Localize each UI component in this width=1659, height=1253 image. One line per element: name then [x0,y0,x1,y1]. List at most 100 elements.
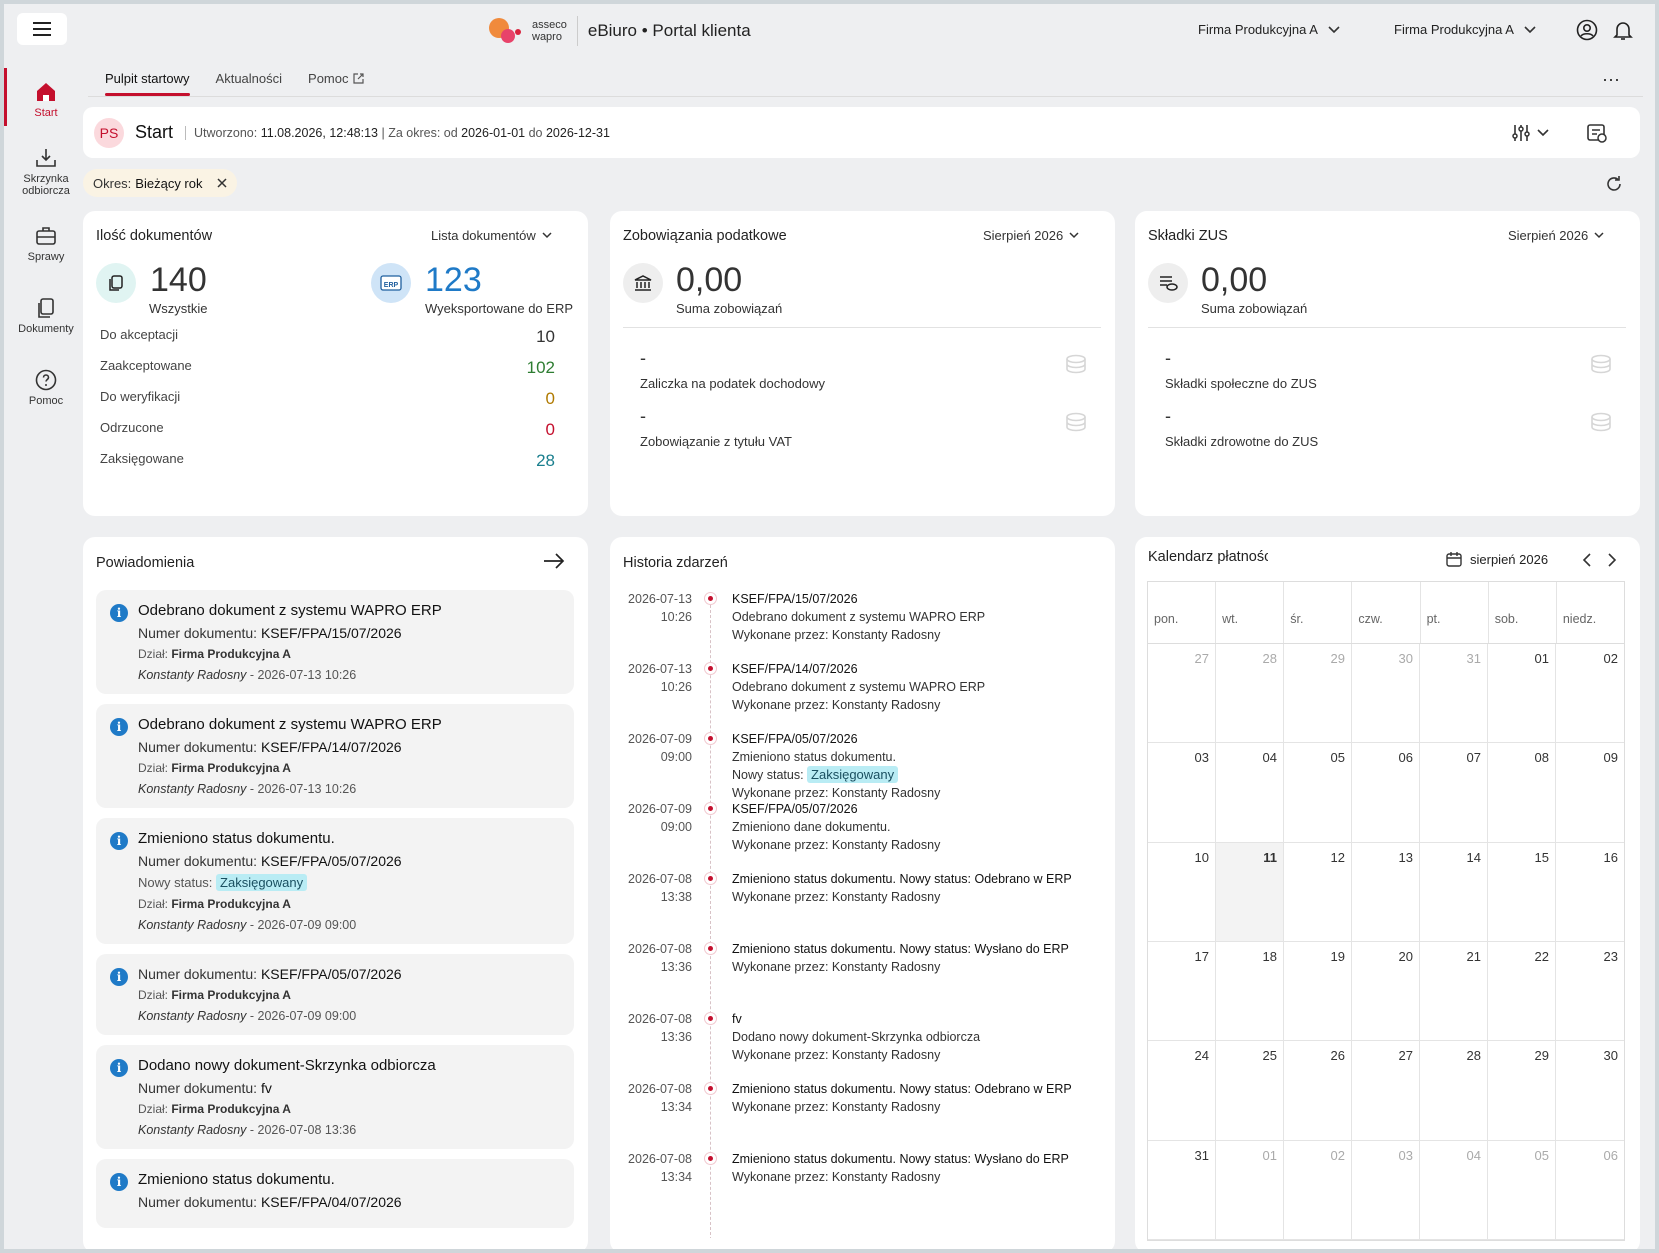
event-line: Zmieniono status dokumentu. Nowy status:… [732,1152,1069,1166]
calendar-day[interactable]: 29 [1284,644,1352,744]
social-contrib-label: Składki społeczne do ZUS [1165,376,1317,391]
calendar-day[interactable]: 01 [1488,644,1556,744]
calendar-day[interactable]: 25 [1216,1041,1284,1141]
calendar-day[interactable]: 26 [1284,1041,1352,1141]
calendar-day[interactable]: 27 [1352,1041,1420,1141]
calendar-day[interactable]: 07 [1420,743,1488,843]
calendar-day[interactable]: 30 [1556,1041,1624,1141]
company-selector-2[interactable]: Firma Produkcyjna A [1394,22,1536,37]
arrow-right-icon[interactable] [543,553,565,569]
calendar-day[interactable]: 10 [1148,842,1216,942]
documents-list-link[interactable]: Lista dokumentów [431,228,552,243]
calendar-day[interactable]: 29 [1488,1041,1556,1141]
doc-stat-row[interactable]: Do akceptacji 10 [100,327,555,347]
doc-stat-row[interactable]: Zaksięgowane 28 [100,451,555,471]
calendar-day[interactable]: 27 [1148,644,1216,744]
calendar-day[interactable]: 05 [1488,1140,1556,1240]
calendar-day[interactable]: 03 [1148,743,1216,843]
weekday-label: wt. [1216,582,1285,643]
calendar-day[interactable]: 16 [1556,843,1624,942]
calendar-day[interactable]: 14 [1420,842,1488,942]
calendar-day[interactable]: 28 [1216,644,1284,744]
calendar-day[interactable]: 01 [1216,1140,1284,1240]
coins-icon [1066,412,1086,432]
notification-item[interactable]: i Zmieniono status dokumentu. Numer dokume… [96,1159,574,1228]
event-datetime: 2026-07-13 10:26 [622,660,692,696]
event-date: 2026-07-13 [628,662,692,676]
calendar-day[interactable]: 28 [1420,1041,1488,1141]
calendar-day[interactable]: 08 [1488,743,1556,843]
department: Dział: Firma Produkcyjna A [138,897,562,911]
calendar-day[interactable]: 03 [1352,1140,1420,1240]
calendar-day[interactable]: 15 [1488,842,1556,942]
calendar-day[interactable]: 12 [1284,842,1352,942]
calendar-day[interactable]: 02 [1556,644,1624,744]
sidebar-item-documents[interactable]: Dokumenty [4,280,88,352]
zus-period-selector[interactable]: Sierpień 2026 [1508,228,1604,243]
company-selector-1[interactable]: Firma Produkcyjna A [1198,22,1340,37]
income-tax-value: - [640,348,646,368]
calendar-day[interactable]: 31 [1420,644,1488,744]
sidebar-item-help[interactable]: Pomoc [4,352,88,424]
vat-value: - [640,406,646,426]
calendar-day[interactable]: 22 [1488,942,1556,1042]
calendar-day[interactable]: 06 [1556,1141,1624,1240]
tab-news[interactable]: Aktualności [216,68,282,96]
report-settings-icon[interactable] [1586,122,1608,144]
calendar-day[interactable]: 06 [1352,743,1420,843]
tab-dashboard[interactable]: Pulpit startowy [105,68,190,96]
doc-stat-row[interactable]: Odrzucone 0 [100,420,555,440]
sidebar-item-cases[interactable]: Sprawy [4,208,88,280]
chevron-left-icon[interactable] [1582,553,1592,567]
notification-item[interactable]: i Odebrano dokument z systemu WAPRO ERP Nu… [96,704,574,808]
notification-item[interactable]: i Numer dokumentu: KSEF/FPA/05/07/2026 Dzi… [96,954,574,1035]
chevron-right-icon[interactable] [1607,553,1617,567]
doc-stat-row[interactable]: Zaakceptowane 102 [100,358,555,378]
calendar-day[interactable]: 05 [1284,743,1352,843]
calendar-day[interactable]: 31 [1148,1140,1216,1240]
more-options-button[interactable]: ⋯ [1602,70,1621,91]
calendar-day[interactable]: 20 [1352,942,1420,1042]
document-number-label: Numer dokumentu: [138,625,261,641]
calendar-day[interactable]: 23 [1556,942,1624,1042]
doc-stat-row[interactable]: Do weryfikacji 0 [100,389,555,409]
department-label: Dział: [138,647,172,661]
filter-settings-icon[interactable] [1511,123,1551,143]
calendar-day[interactable]: 04 [1420,1140,1488,1240]
tax-period-selector[interactable]: Sierpień 2026 [983,228,1079,243]
user-icon[interactable] [1576,19,1598,41]
notification-item[interactable]: i Odebrano dokument z systemu WAPRO ERP Nu… [96,590,574,694]
calendar-day[interactable]: 17 [1148,942,1216,1042]
document-number: Numer dokumentu: fv [138,1080,562,1096]
calendar-day[interactable]: 13 [1352,842,1420,942]
calendar-day[interactable]: 30 [1352,644,1420,744]
calendar-day[interactable]: 04 [1216,743,1284,843]
calendar-day[interactable]: 21 [1420,942,1488,1042]
author: Konstanty Radosny [138,782,247,796]
menu-button[interactable] [17,13,67,45]
period-filter-chip[interactable]: Okres: Bieżący rok [83,169,237,197]
event-datetime: 2026-07-09 09:00 [622,800,692,836]
calendar-day[interactable]: 19 [1284,942,1352,1042]
notification-item[interactable]: i Zmieniono status dokumentu. Numer dokume… [96,818,574,944]
tab-help[interactable]: Pomoc [308,68,364,96]
date: - 2026-07-09 09:00 [246,918,357,932]
calendar-day[interactable]: 09 [1556,743,1624,843]
department-label: Dział: [138,897,172,911]
event-line: KSEF/FPA/05/07/2026 [732,802,858,816]
svg-text:ERP: ERP [384,282,399,289]
calendar-day[interactable]: 02 [1284,1140,1352,1240]
coins-icon [1066,354,1086,374]
refresh-icon[interactable] [1604,174,1624,194]
sidebar-item-inbox[interactable]: Skrzynka odbiorcza [4,136,88,208]
month-picker[interactable]: sierpień 2026 [1446,551,1548,567]
close-icon[interactable] [216,178,227,188]
notification-item[interactable]: i Dodano nowy dokument-Skrzynka odbiorcza… [96,1045,574,1149]
calendar-day[interactable]: 18 [1216,942,1284,1042]
calendar-day[interactable]: 24 [1148,1041,1216,1141]
sidebar-item-start[interactable]: Start [4,64,88,136]
calendar-day[interactable]: 11 [1216,842,1284,942]
bell-icon[interactable] [1612,19,1634,41]
author-date: Konstanty Radosny - 2026-07-13 10:26 [138,782,562,796]
notifications-list: i Odebrano dokument z systemu WAPRO ERP Nu… [96,590,574,1242]
